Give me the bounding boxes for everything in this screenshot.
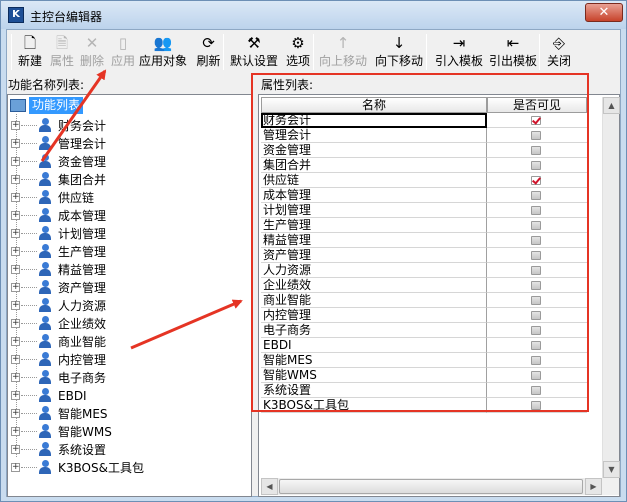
main-console-editor-window: K 主控台编辑器 ✕ 🗋 新建 🗎 属性 ✕ 删除 ▯ 应用 👥 应用对象 ⟳ 刷新 ⚒ 默认设置 ⚙ 选项 ↑… <box>0 0 627 502</box>
arrow-to-property-list <box>130 299 243 350</box>
arrow-to-toolbar <box>40 69 107 162</box>
annotation-arrows <box>40 69 243 350</box>
